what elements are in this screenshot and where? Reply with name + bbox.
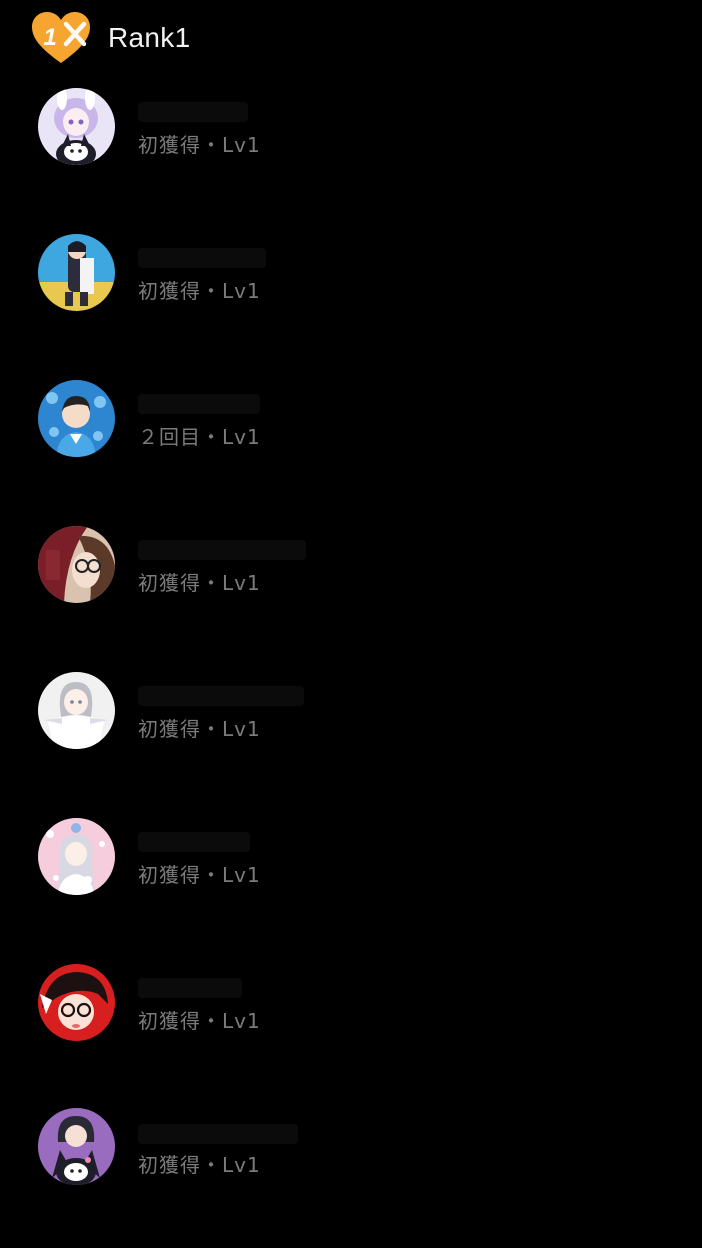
avatar[interactable] bbox=[38, 88, 115, 165]
avatar[interactable] bbox=[38, 672, 115, 749]
svg-text:1: 1 bbox=[43, 24, 56, 51]
list-item[interactable]: 初獲得・Lv1 bbox=[0, 664, 702, 810]
acquisition-info: 初獲得・Lv1 bbox=[138, 1153, 261, 1177]
acquisition-info: 初獲得・Lv1 bbox=[138, 571, 261, 595]
avatar[interactable] bbox=[38, 234, 115, 311]
blurred-username bbox=[138, 1124, 298, 1144]
acquisition-info: 初獲得・Lv1 bbox=[138, 717, 261, 741]
acquisition-info: 初獲得・Lv1 bbox=[138, 1009, 261, 1033]
blurred-username bbox=[138, 248, 266, 268]
heart-x-rank-badge-icon: 1 bbox=[32, 12, 90, 63]
ranking-header: 1 Rank1 bbox=[0, 0, 702, 76]
list-item[interactable]: 初獲得・Lv1 bbox=[0, 226, 702, 372]
acquisition-info: 初獲得・Lv1 bbox=[138, 133, 261, 157]
list-item[interactable]: ２回目・Lv1 bbox=[0, 372, 702, 518]
avatar[interactable] bbox=[38, 1108, 115, 1185]
list-item[interactable]: 初獲得・Lv1 bbox=[0, 80, 702, 226]
acquisition-info: 初獲得・Lv1 bbox=[138, 863, 261, 887]
blurred-username bbox=[138, 102, 248, 122]
blurred-username bbox=[138, 540, 306, 560]
avatar[interactable] bbox=[38, 818, 115, 895]
blurred-username bbox=[138, 978, 242, 998]
list-item[interactable]: 初獲得・Lv1 bbox=[0, 956, 702, 1102]
blurred-username bbox=[138, 394, 260, 414]
avatar[interactable] bbox=[38, 964, 115, 1041]
acquisition-info: ２回目・Lv1 bbox=[138, 425, 261, 449]
avatar[interactable] bbox=[38, 380, 115, 457]
list-item[interactable]: 初獲得・Lv1 bbox=[0, 810, 702, 956]
acquisition-info: 初獲得・Lv1 bbox=[138, 279, 261, 303]
blurred-username bbox=[138, 686, 304, 706]
list-item[interactable]: 初獲得・Lv1 bbox=[0, 1102, 702, 1248]
blurred-username bbox=[138, 832, 250, 852]
avatar[interactable] bbox=[38, 526, 115, 603]
page-title: Rank1 bbox=[108, 22, 191, 53]
list-item[interactable]: 初獲得・Lv1 bbox=[0, 518, 702, 664]
